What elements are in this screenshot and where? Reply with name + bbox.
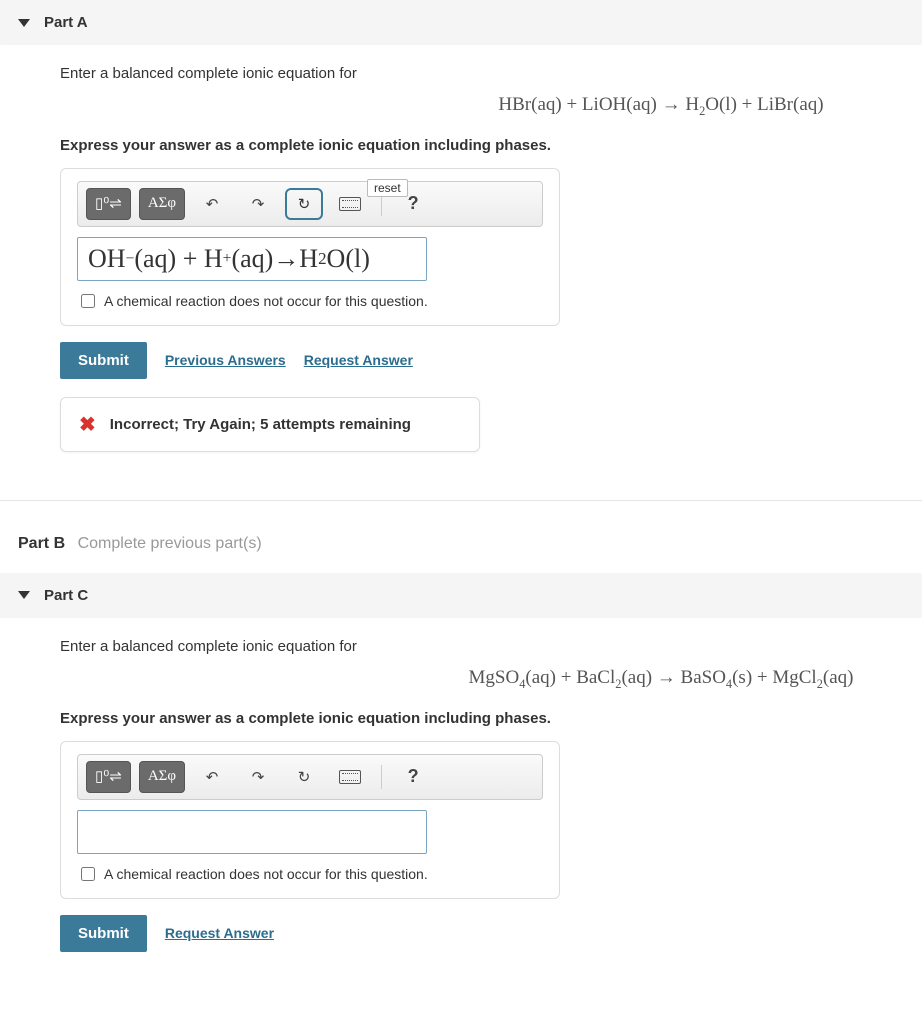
template-button[interactable]: ▯⁰⇌ bbox=[86, 761, 131, 793]
reset-icon[interactable]: ↻ bbox=[285, 188, 323, 220]
reset-icon[interactable]: ↻ bbox=[285, 761, 323, 793]
part-c-title: Part C bbox=[44, 587, 88, 604]
no-reaction-checkbox[interactable] bbox=[81, 867, 95, 881]
feedback-text: Incorrect; Try Again; 5 attempts remaini… bbox=[110, 416, 411, 433]
no-reaction-checkbox[interactable] bbox=[81, 294, 95, 308]
equation-toolbar: ▯⁰⇌ ΑΣφ ↶ ↷ ↻ ? bbox=[77, 754, 543, 800]
answer-input[interactable]: OH− (aq) + H+ (aq)→H2 O(l) bbox=[77, 237, 427, 281]
part-a-title: Part A bbox=[44, 14, 88, 31]
greek-button[interactable]: ΑΣφ bbox=[139, 761, 185, 793]
part-b-row: Part B Complete previous part(s) bbox=[0, 529, 922, 561]
collapse-icon bbox=[18, 19, 30, 27]
part-c-header[interactable]: Part C bbox=[0, 573, 922, 618]
part-c-prompt: Enter a balanced complete ionic equation… bbox=[60, 638, 922, 655]
no-reaction-label: A chemical reaction does not occur for t… bbox=[104, 866, 428, 882]
part-a-answer-box: ▯⁰⇌ ΑΣφ ↶ ↷ ↻ ? reset OH− (aq) + H+ (aq)… bbox=[60, 168, 560, 326]
part-c-actions: Submit Request Answer bbox=[60, 915, 922, 952]
submit-button[interactable]: Submit bbox=[60, 342, 147, 379]
redo-icon[interactable]: ↷ bbox=[239, 761, 277, 793]
part-c-instruction: Express your answer as a complete ionic … bbox=[60, 710, 922, 727]
submit-button[interactable]: Submit bbox=[60, 915, 147, 952]
part-a-body: Enter a balanced complete ionic equation… bbox=[0, 45, 922, 472]
keyboard-icon[interactable] bbox=[331, 761, 369, 793]
answer-input[interactable] bbox=[77, 810, 427, 854]
part-a-actions: Submit Previous Answers Request Answer bbox=[60, 342, 922, 379]
undo-icon[interactable]: ↶ bbox=[193, 188, 231, 220]
no-reaction-row[interactable]: A chemical reaction does not occur for t… bbox=[77, 291, 543, 311]
keyboard-icon[interactable] bbox=[331, 188, 369, 220]
collapse-icon bbox=[18, 591, 30, 599]
request-answer-link[interactable]: Request Answer bbox=[165, 925, 274, 941]
part-a-equation: HBr(aq) + LiOH(aq) → H2O(l) + LiBr(aq) bbox=[60, 94, 922, 119]
template-button[interactable]: ▯⁰⇌ bbox=[86, 188, 131, 220]
no-reaction-label: A chemical reaction does not occur for t… bbox=[104, 293, 428, 309]
divider bbox=[0, 500, 922, 501]
previous-answers-link[interactable]: Previous Answers bbox=[165, 352, 286, 368]
equation-toolbar: ▯⁰⇌ ΑΣφ ↶ ↷ ↻ ? bbox=[77, 181, 543, 227]
no-reaction-row[interactable]: A chemical reaction does not occur for t… bbox=[77, 864, 543, 884]
part-c-answer-box: ▯⁰⇌ ΑΣφ ↶ ↷ ↻ ? A chemical reaction does… bbox=[60, 741, 560, 899]
undo-icon[interactable]: ↶ bbox=[193, 761, 231, 793]
redo-icon[interactable]: ↷ bbox=[239, 188, 277, 220]
part-a-prompt: Enter a balanced complete ionic equation… bbox=[60, 65, 922, 82]
toolbar-separator bbox=[381, 765, 382, 789]
feedback-box: ✖ Incorrect; Try Again; 5 attempts remai… bbox=[60, 397, 480, 452]
part-c-equation: MgSO4(aq) + BaCl2(aq) → BaSO4(s) + MgCl2… bbox=[60, 667, 922, 692]
incorrect-icon: ✖ bbox=[79, 412, 96, 437]
part-a-instruction: Express your answer as a complete ionic … bbox=[60, 137, 922, 154]
request-answer-link[interactable]: Request Answer bbox=[304, 352, 413, 368]
part-b-subtitle: Complete previous part(s) bbox=[78, 535, 262, 552]
part-c-body: Enter a balanced complete ionic equation… bbox=[0, 618, 922, 972]
part-a-header[interactable]: Part A bbox=[0, 0, 922, 45]
help-icon[interactable]: ? bbox=[394, 761, 432, 793]
reset-tooltip: reset bbox=[367, 179, 408, 197]
part-b-title: Part B bbox=[18, 535, 65, 552]
greek-button[interactable]: ΑΣφ bbox=[139, 188, 185, 220]
